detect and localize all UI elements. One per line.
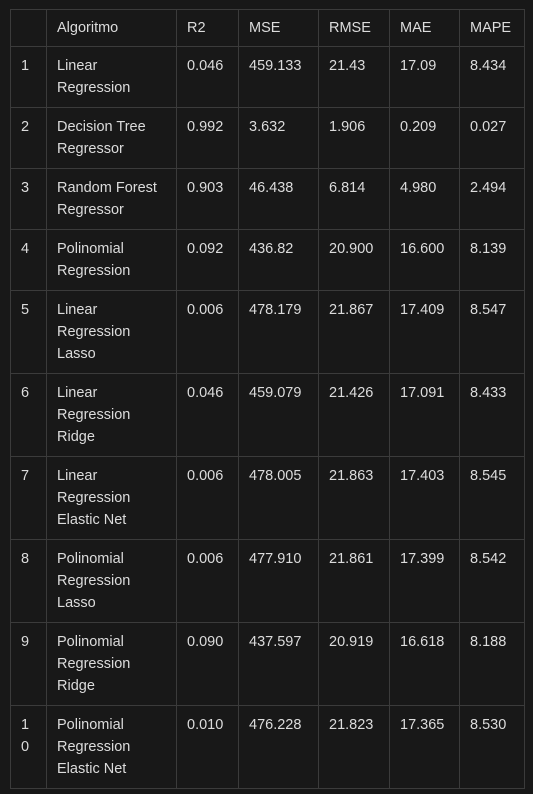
header-rmse: RMSE [318, 9, 390, 47]
cell-rmse: 21.823 [318, 705, 390, 789]
cell-r2: 0.006 [176, 290, 239, 374]
cell-mape: 8.547 [459, 290, 525, 374]
cell-algoritmo: Polinomial Regression Lasso [46, 539, 177, 623]
cell-mape: 8.545 [459, 456, 525, 540]
cell-r2: 0.006 [176, 456, 239, 540]
cell-algoritmo: Polinomial Regression Ridge [46, 622, 177, 706]
header-mse: MSE [238, 9, 319, 47]
table-row: 8 Polinomial Regression Lasso 0.006 477.… [10, 539, 525, 623]
table-row: 4 Polinomial Regression 0.092 436.82 20.… [10, 229, 525, 291]
cell-index: 7 [10, 456, 47, 540]
cell-mae: 17.403 [389, 456, 460, 540]
cell-r2: 0.090 [176, 622, 239, 706]
cell-algoritmo: Linear Regression Lasso [46, 290, 177, 374]
cell-rmse: 21.43 [318, 46, 390, 108]
cell-mae: 17.091 [389, 373, 460, 457]
cell-r2: 0.010 [176, 705, 239, 789]
table-row: 10 Polinomial Regression Elastic Net 0.0… [10, 705, 525, 789]
cell-mape: 8.139 [459, 229, 525, 291]
cell-mse: 478.005 [238, 456, 319, 540]
header-row: Algoritmo R2 MSE RMSE MAE MAPE [10, 9, 525, 47]
cell-mape: 8.530 [459, 705, 525, 789]
table-row: 3 Random Forest Regressor 0.903 46.438 6… [10, 168, 525, 230]
cell-mae: 0.209 [389, 107, 460, 169]
table-body: 1 Linear Regression 0.046 459.133 21.43 … [10, 46, 525, 789]
cell-rmse: 21.863 [318, 456, 390, 540]
cell-mape: 8.433 [459, 373, 525, 457]
cell-index: 6 [10, 373, 47, 457]
cell-mape: 8.188 [459, 622, 525, 706]
cell-mse: 477.910 [238, 539, 319, 623]
cell-mae: 17.399 [389, 539, 460, 623]
table-row: 5 Linear Regression Lasso 0.006 478.179 … [10, 290, 525, 374]
cell-algoritmo: Linear Regression [46, 46, 177, 108]
table-row: 2 Decision Tree Regressor 0.992 3.632 1.… [10, 107, 525, 169]
cell-mape: 0.027 [459, 107, 525, 169]
cell-r2: 0.046 [176, 373, 239, 457]
cell-r2: 0.903 [176, 168, 239, 230]
cell-mse: 476.228 [238, 705, 319, 789]
cell-r2: 0.046 [176, 46, 239, 108]
cell-mse: 436.82 [238, 229, 319, 291]
table-header: Algoritmo R2 MSE RMSE MAE MAPE [10, 9, 525, 47]
cell-mse: 459.079 [238, 373, 319, 457]
cell-rmse: 6.814 [318, 168, 390, 230]
cell-index: 1 [10, 46, 47, 108]
cell-mape: 8.542 [459, 539, 525, 623]
cell-mae: 4.980 [389, 168, 460, 230]
cell-index: 10 [10, 705, 47, 789]
cell-mse: 459.133 [238, 46, 319, 108]
cell-mae: 16.600 [389, 229, 460, 291]
cell-rmse: 20.900 [318, 229, 390, 291]
table-row: 1 Linear Regression 0.046 459.133 21.43 … [10, 46, 525, 108]
cell-mse: 437.597 [238, 622, 319, 706]
header-mape: MAPE [459, 9, 525, 47]
cell-index: 9 [10, 622, 47, 706]
cell-mae: 16.618 [389, 622, 460, 706]
cell-rmse: 21.861 [318, 539, 390, 623]
cell-index: 3 [10, 168, 47, 230]
results-table: Algoritmo R2 MSE RMSE MAE MAPE 1 Linear … [10, 9, 525, 789]
cell-index: 8 [10, 539, 47, 623]
cell-index: 2 [10, 107, 47, 169]
cell-mse: 3.632 [238, 107, 319, 169]
header-r2: R2 [176, 9, 239, 47]
cell-rmse: 21.426 [318, 373, 390, 457]
cell-rmse: 20.919 [318, 622, 390, 706]
cell-r2: 0.006 [176, 539, 239, 623]
header-index [10, 9, 47, 47]
cell-mae: 17.365 [389, 705, 460, 789]
cell-algoritmo: Linear Regression Elastic Net [46, 456, 177, 540]
cell-algoritmo: Decision Tree Regressor [46, 107, 177, 169]
cell-r2: 0.992 [176, 107, 239, 169]
cell-rmse: 1.906 [318, 107, 390, 169]
cell-mape: 2.494 [459, 168, 525, 230]
cell-mae: 17.409 [389, 290, 460, 374]
cell-algoritmo: Linear Regression Ridge [46, 373, 177, 457]
cell-index: 5 [10, 290, 47, 374]
cell-mse: 478.179 [238, 290, 319, 374]
cell-algoritmo: Polinomial Regression [46, 229, 177, 291]
cell-algoritmo: Polinomial Regression Elastic Net [46, 705, 177, 789]
cell-mape: 8.434 [459, 46, 525, 108]
cell-mae: 17.09 [389, 46, 460, 108]
cell-index: 4 [10, 229, 47, 291]
cell-rmse: 21.867 [318, 290, 390, 374]
table-container: Algoritmo R2 MSE RMSE MAE MAPE 1 Linear … [0, 0, 533, 789]
table-row: 6 Linear Regression Ridge 0.046 459.079 … [10, 373, 525, 457]
cell-mse: 46.438 [238, 168, 319, 230]
cell-r2: 0.092 [176, 229, 239, 291]
table-row: 7 Linear Regression Elastic Net 0.006 47… [10, 456, 525, 540]
table-row: 9 Polinomial Regression Ridge 0.090 437.… [10, 622, 525, 706]
header-mae: MAE [389, 9, 460, 47]
header-algoritmo: Algoritmo [46, 9, 177, 47]
cell-algoritmo: Random Forest Regressor [46, 168, 177, 230]
